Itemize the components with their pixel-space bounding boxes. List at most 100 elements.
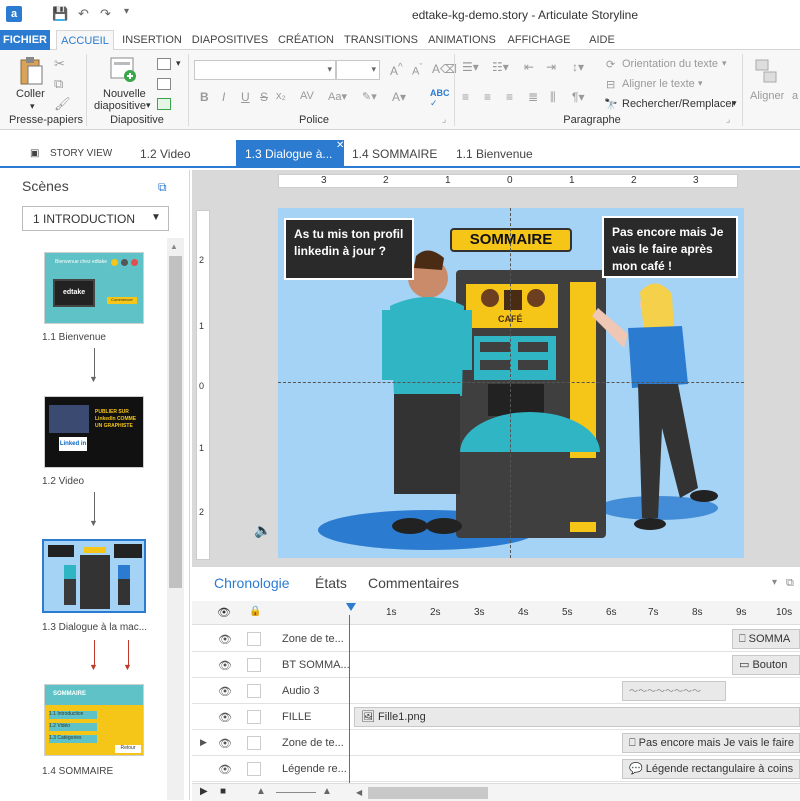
italic-icon[interactable]: I — [222, 90, 225, 104]
font-size-combo[interactable] — [336, 60, 380, 80]
align-text-icon[interactable]: ⊟ — [606, 78, 615, 91]
increase-indent-icon[interactable]: ⇥ — [546, 60, 556, 74]
spellcheck-icon[interactable]: ABC ✓ — [430, 88, 450, 109]
timeline-scrollbar-thumb[interactable] — [368, 787, 488, 799]
aligner-label[interactable]: Aligner — [750, 90, 784, 102]
sommaire-banner[interactable]: SOMMAIRE — [450, 228, 572, 252]
playhead-line[interactable] — [349, 615, 350, 785]
timeline-row[interactable]: 👁 Légende re... 💬 Légende rectangulaire … — [192, 756, 800, 782]
align-center-icon[interactable]: ≡ — [484, 90, 491, 104]
copy-icon[interactable]: ⧉ — [54, 76, 63, 92]
eye-icon[interactable]: 👁 — [218, 711, 232, 724]
scene-window-icon[interactable]: ⧉ — [158, 180, 167, 195]
grow-font-icon[interactable]: A^ — [390, 62, 403, 78]
right-speech-bubble[interactable]: Pas encore mais Je vais le faire après m… — [602, 216, 738, 278]
layer-name[interactable]: Audio 3 — [282, 685, 319, 697]
orientation-label[interactable]: Orientation du texte — [622, 58, 718, 70]
font-family-combo[interactable] — [194, 60, 336, 80]
tab-aide[interactable]: AIDE — [580, 30, 624, 50]
rechercher-label[interactable]: Rechercher/Remplacer — [622, 98, 735, 110]
timeline-row[interactable]: 👁 BT SOMMA... ▭ Bouton — [192, 652, 800, 678]
scene-dropdown[interactable]: 1 INTRODUCTION ▼ — [22, 206, 169, 231]
align-right-icon[interactable]: ≡ — [506, 90, 513, 104]
slide-thumbnail-1-2[interactable]: Linked in PUBLIER SUR LinkedIn COMME UN … — [44, 396, 144, 468]
story-view-icon[interactable]: ▣ — [30, 140, 39, 168]
tab-etats[interactable]: États — [315, 575, 347, 591]
tab-affichage[interactable]: AFFICHAGE — [502, 30, 576, 50]
layer-name[interactable]: Zone de te... — [282, 737, 344, 749]
cut-icon[interactable]: ✂ — [54, 56, 65, 72]
timeline-row[interactable]: 👁 FILLE 🖼 Fille1.png — [192, 704, 800, 730]
slide-thumbnail-1-1[interactable]: Bienvenue chez edtake edtake Commencer — [44, 252, 144, 324]
timeline-bar[interactable]: ⎕ SOMMA — [732, 629, 800, 649]
top-ruler[interactable]: 3 2 1 0 1 2 3 — [278, 174, 738, 188]
tab-insertion[interactable]: INSERTION — [118, 30, 186, 50]
scroll-left-icon[interactable]: ◀ — [356, 788, 362, 797]
left-ruler[interactable]: 2 1 0 1 2 — [196, 210, 210, 560]
bold-icon[interactable]: B — [200, 90, 209, 104]
collapse-chevron-icon[interactable]: ▾ — [772, 577, 777, 588]
eye-icon[interactable]: 👁 — [218, 737, 232, 750]
lock-checkbox[interactable] — [247, 658, 261, 672]
timeline-row[interactable]: 👁 Zone de te... ⎕ SOMMA — [192, 626, 800, 652]
orientation-chevron-icon[interactable]: ▾ — [722, 58, 727, 69]
eye-icon[interactable]: 👁 — [218, 633, 232, 646]
play-icon[interactable]: ▶ — [200, 786, 208, 797]
slide-thumbnail-1-4[interactable]: SOMMAIRE 1.1 Introduction 1.2 Vidéo 1.3 … — [44, 684, 144, 756]
highlight-icon[interactable]: ✎▾ — [362, 90, 377, 103]
timeline-bar[interactable]: 💬 Légende rectangulaire à coins — [622, 759, 800, 779]
paragraphe-dialog-launcher-icon[interactable]: ⌟ — [726, 114, 730, 125]
left-speech-bubble[interactable]: As tu mis ton profil linkedin à jour ? — [284, 218, 414, 280]
subscript-icon[interactable]: x₂ — [276, 90, 286, 102]
restore-window-icon[interactable]: ⧉ — [786, 577, 794, 590]
shrink-font-icon[interactable]: Aˇ — [412, 62, 422, 78]
tab-diapositives[interactable]: DIAPOSITIVES — [188, 30, 272, 50]
layer-name[interactable]: Zone de te... — [282, 633, 344, 645]
eye-icon[interactable]: 👁 — [218, 685, 232, 698]
eye-icon[interactable]: 👁 — [218, 763, 232, 776]
new-slide-chevron-icon[interactable]: ▾ — [146, 100, 151, 111]
lock-checkbox[interactable] — [247, 710, 261, 724]
paste-icon[interactable] — [18, 56, 44, 86]
layer-name[interactable]: Légende re... — [282, 763, 347, 775]
aligner-texte-label[interactable]: Aligner le texte — [622, 78, 695, 90]
align-left-icon[interactable]: ≡ — [462, 90, 469, 104]
tab-1-2-video[interactable]: 1.2 Video — [140, 140, 191, 168]
font-color-icon[interactable]: A▾ — [392, 90, 406, 104]
horizontal-guide[interactable] — [278, 382, 744, 383]
align-text-chevron-icon[interactable]: ▾ — [698, 78, 703, 89]
layout-icon[interactable] — [157, 58, 171, 70]
tab-1-4-sommaire[interactable]: 1.4 SOMMAIRE — [352, 140, 437, 168]
scenes-scrollbar[interactable]: ▲ — [167, 238, 184, 800]
arrange-truncated-label[interactable]: a — [792, 90, 798, 102]
timeline-row[interactable]: ▶ 👁 Zone de te... ⎕ Pas encore mais Je v… — [192, 730, 800, 756]
stop-icon[interactable]: ■ — [220, 786, 226, 797]
vertical-guide[interactable] — [510, 208, 511, 558]
slide-thumbnail-1-3[interactable] — [42, 539, 146, 613]
nouvelle-label[interactable]: Nouvelle — [103, 88, 146, 100]
rechercher-chevron-icon[interactable]: ▾ — [732, 98, 737, 109]
playhead-icon[interactable] — [346, 603, 356, 611]
bullets-icon[interactable]: ☰▾ — [462, 60, 479, 74]
close-tab-icon[interactable]: ✕ — [336, 132, 344, 160]
eye-icon[interactable]: 👁 — [218, 659, 232, 672]
zoom-slider[interactable] — [276, 792, 316, 793]
new-slide-icon[interactable] — [108, 56, 138, 84]
coller-label[interactable]: Coller — [16, 88, 45, 100]
expand-arrow-icon[interactable]: ▶ — [200, 737, 207, 748]
speaker-icon[interactable]: 🔈 — [254, 522, 271, 539]
tab-1-1-bienvenue[interactable]: 1.1 Bienvenue — [456, 140, 533, 168]
decrease-indent-icon[interactable]: ⇤ — [524, 60, 534, 74]
text-direction-icon[interactable]: ⟳ — [606, 58, 615, 71]
columns-icon[interactable]: ⫼ — [550, 90, 556, 105]
lock-checkbox[interactable] — [247, 684, 261, 698]
zoom-in-icon[interactable]: ▲ — [322, 786, 332, 797]
lock-checkbox[interactable] — [247, 632, 261, 646]
slide[interactable]: SOMMAIRE CAFÉ As tu mis ton profil linke… — [278, 208, 744, 558]
visibility-icon[interactable]: 👁 — [217, 606, 231, 619]
lock-checkbox[interactable] — [247, 736, 261, 750]
binoculars-icon[interactable]: 🔭 — [604, 98, 618, 111]
slide-label-1-3[interactable]: 1.3 Dialogue à la mac... — [42, 622, 147, 633]
tab-story-view[interactable]: STORY VIEW — [50, 140, 112, 168]
tab-transitions[interactable]: TRANSITIONS — [340, 30, 422, 50]
